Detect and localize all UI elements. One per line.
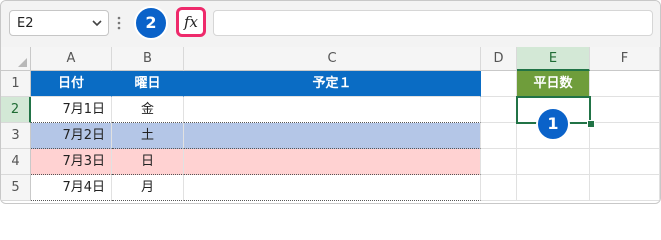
callout-badge-1: 1 bbox=[536, 107, 570, 141]
column-header-d[interactable]: D bbox=[481, 47, 517, 71]
column-header-e[interactable]: E bbox=[517, 47, 590, 71]
cell-date[interactable]: 7月1日 bbox=[31, 97, 112, 123]
header-cell-weekday-count[interactable]: 平日数 bbox=[517, 71, 590, 97]
cell-d2[interactable] bbox=[481, 97, 517, 123]
select-all-triangle-icon bbox=[18, 58, 27, 67]
row-header-2[interactable]: 2 bbox=[1, 97, 31, 123]
cell-e5[interactable] bbox=[517, 175, 590, 201]
column-header-a[interactable]: A bbox=[31, 47, 112, 71]
cell-f1[interactable] bbox=[590, 71, 660, 97]
cell-f2[interactable] bbox=[590, 97, 660, 123]
row-header-4[interactable]: 4 bbox=[1, 149, 31, 175]
cell-plan[interactable] bbox=[184, 175, 481, 201]
chevron-down-icon[interactable] bbox=[91, 16, 103, 30]
formula-input[interactable] bbox=[213, 10, 653, 36]
cell-d5[interactable] bbox=[481, 175, 517, 201]
header-cell-weekday[interactable]: 曜日 bbox=[112, 71, 184, 97]
cell-date[interactable]: 7月4日 bbox=[31, 175, 112, 201]
insert-function-button[interactable]: fx bbox=[176, 7, 206, 37]
cell-plan[interactable] bbox=[184, 123, 481, 149]
cell-weekday[interactable]: 土 bbox=[112, 123, 184, 149]
cell-date[interactable]: 7月3日 bbox=[31, 149, 112, 175]
cell-plan[interactable] bbox=[184, 149, 481, 175]
cell-weekday[interactable]: 月 bbox=[112, 175, 184, 201]
row-header-3[interactable]: 3 bbox=[1, 123, 31, 149]
header-cell-date[interactable]: 日付 bbox=[31, 71, 112, 97]
more-options-icon[interactable] bbox=[117, 15, 121, 31]
cell-f4[interactable] bbox=[590, 149, 660, 175]
header-cell-plan[interactable]: 予定１ bbox=[184, 71, 481, 97]
select-all-corner[interactable] bbox=[1, 47, 31, 71]
name-box-value: E2 bbox=[17, 16, 34, 31]
cell-e4[interactable] bbox=[517, 149, 590, 175]
row-header-5[interactable]: 5 bbox=[1, 175, 31, 201]
column-header-f[interactable]: F bbox=[590, 47, 660, 71]
callout-badge-2: 2 bbox=[134, 6, 168, 40]
cell-f3[interactable] bbox=[590, 123, 660, 149]
row-header-1[interactable]: 1 bbox=[1, 71, 31, 97]
column-header-c[interactable]: C bbox=[184, 47, 481, 71]
cell-plan[interactable] bbox=[184, 97, 481, 123]
cell-d1[interactable] bbox=[481, 71, 517, 97]
cell-f5[interactable] bbox=[590, 175, 660, 201]
spreadsheet-grid: A B C D E F 1 2 3 4 5 日付 曜日 予定１ 平日数 7月1日… bbox=[1, 47, 660, 203]
cell-weekday[interactable]: 日 bbox=[112, 149, 184, 175]
cell-date[interactable]: 7月2日 bbox=[31, 123, 112, 149]
column-header-b[interactable]: B bbox=[112, 47, 184, 71]
cell-weekday[interactable]: 金 bbox=[112, 97, 184, 123]
name-box[interactable]: E2 bbox=[9, 10, 109, 36]
excel-window: E2 2 fx A B C D E F 1 2 3 4 5 日付 曜日 予定１ bbox=[0, 0, 661, 204]
formula-bar: E2 2 fx bbox=[1, 1, 660, 45]
cell-d3[interactable] bbox=[481, 123, 517, 149]
fill-handle[interactable] bbox=[587, 120, 595, 128]
cell-d4[interactable] bbox=[481, 149, 517, 175]
